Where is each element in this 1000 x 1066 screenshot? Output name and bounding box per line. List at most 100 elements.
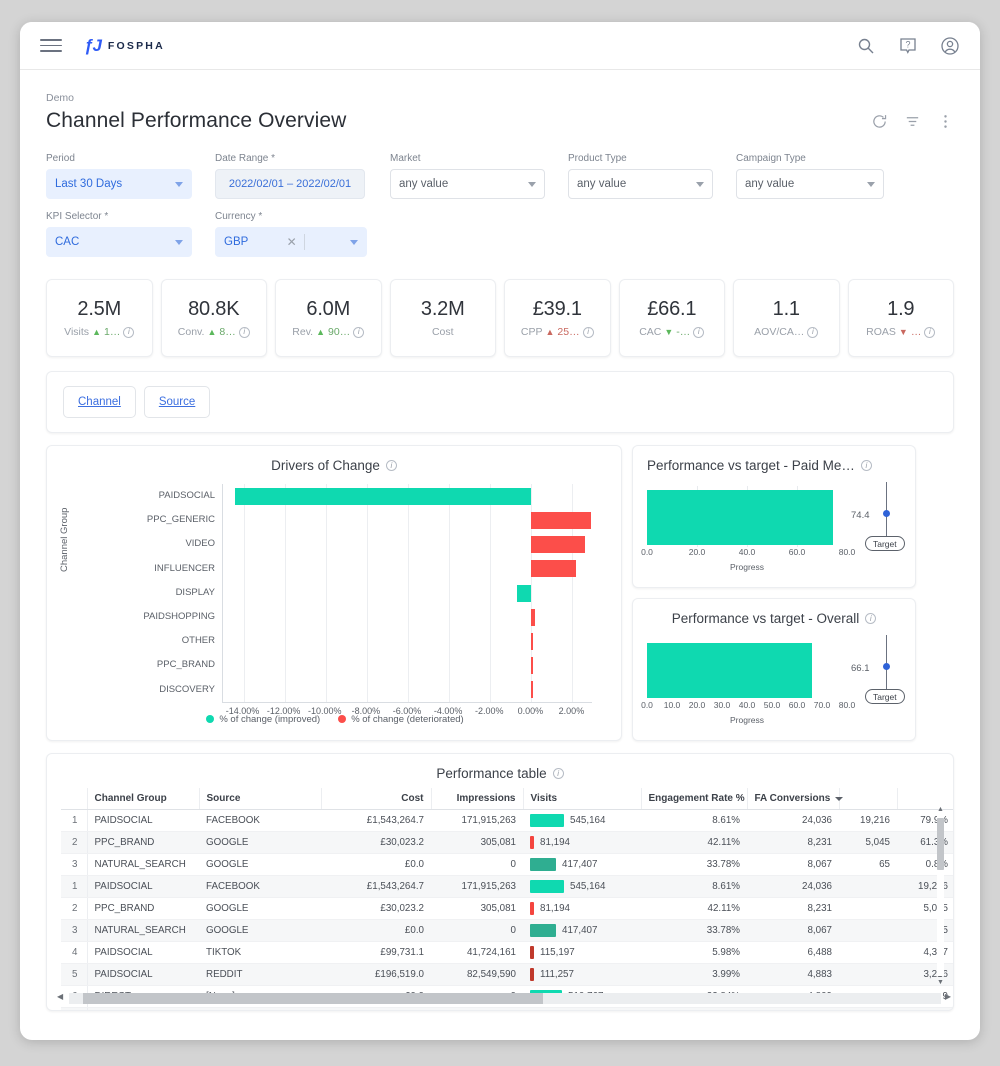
table-row[interactable]: 1 PAIDSOCIAL FACEBOOK £1,543,264.7 171,915,2… [61,809,953,832]
cell-channel-group: PAIDSOCIAL [87,941,199,964]
cell-fa-conversions: 8,231 [747,831,839,854]
scroll-up-icon[interactable]: ▲ [936,806,945,813]
filter-date-range: Date Range * 2022/02/01 – 2022/02/01 [215,153,367,199]
table-vertical-scrollbar[interactable]: ▲ ▼ [936,806,945,986]
kpi-card-cac[interactable]: £66.1 CAC ▼ -… i [618,279,725,357]
kpi-card-revenue[interactable]: 6.0M Rev. ▲ 90… i [275,279,382,357]
gridline [284,484,286,702]
cell-visits: 545,164 [523,809,641,832]
info-icon[interactable]: i [353,326,365,338]
table-row[interactable]: 7PPC_GENERICGOOGLE£736,737.99,737,917274… [61,1007,953,1010]
cell-col8 [839,1007,897,1010]
table-row[interactable]: 5 PAIDSOCIAL REDDIT £196,519.0 82,549,590 111… [61,963,953,986]
trend-down-icon: ▼ [664,327,674,337]
scrollbar-thumb[interactable] [937,818,944,870]
filter-market-select[interactable]: any value [390,169,545,199]
bar[interactable] [516,584,532,602]
table-horizontal-scrollbar[interactable]: ◀ ▶ [57,992,951,1004]
info-icon[interactable]: i [807,326,819,338]
table-row[interactable]: 2 PPC_BRAND GOOGLE £30,023.2 305,081 81,194 42… [61,831,953,854]
info-icon[interactable]: i [924,326,936,338]
menu-icon[interactable] [40,35,62,56]
table-row[interactable]: 3 NATURAL_SEARCH GOOGLE £0.0 0 417,407 33.78% 8… [61,919,953,942]
th-fa-conversions[interactable]: FA Conversions [747,788,844,810]
info-icon[interactable]: i [552,768,564,779]
scroll-right-icon[interactable]: ▶ [945,992,951,1001]
search-icon[interactable] [856,36,876,56]
pvt-paid-plot [647,486,847,547]
visits-value: 111,257 [540,969,574,980]
info-icon[interactable]: i [238,326,250,338]
cell-visits: 115,197 [523,941,641,964]
info-icon[interactable]: i [865,613,877,624]
filter-product-type-select[interactable]: any value [568,169,713,199]
filter-date-range-input[interactable]: 2022/02/01 – 2022/02/01 [215,169,365,199]
info-icon[interactable]: i [860,460,872,471]
th-impressions[interactable]: Impressions [431,788,524,810]
kpi-card-roas[interactable]: 1.9 ROAS ▼ … i [847,279,954,357]
table-row[interactable]: 1 PAIDSOCIAL FACEBOOK £1,543,264.7 171,915,2… [61,875,953,898]
filter-currency-select[interactable]: GBP ✕ [215,227,367,257]
info-icon[interactable]: i [123,326,135,338]
cell-visits: 274,578 [523,1007,641,1010]
th-engagement-rate[interactable]: Engagement Rate % [641,788,748,810]
kpi-card-cpp[interactable]: £39.1 CPP ▲ 25… i [504,279,611,357]
th-col9[interactable] [897,788,953,810]
cell-channel-group: PPC_GENERIC [87,1007,199,1010]
clear-icon[interactable]: ✕ [287,235,304,249]
bar[interactable] [235,487,532,505]
table-row[interactable]: 4 PAIDSOCIAL TIKTOK £99,731.1 41,724,161 115,… [61,941,953,964]
th-channel-group[interactable]: Channel Group [87,788,200,810]
cell-engagement-rate: 8.61% [641,809,747,832]
cell-cost: £736,737.9 [321,1007,431,1010]
bar[interactable] [531,681,533,699]
filter-kpi-selector-select[interactable]: CAC [46,227,192,257]
filter-campaign-type-select[interactable]: any value [736,169,884,199]
bar[interactable] [531,608,535,626]
kpi-card-cost[interactable]: 3.2M Cost [389,279,496,357]
bar[interactable] [531,657,533,675]
tab-channel[interactable]: Channel [63,386,136,418]
kpi-card-conversions[interactable]: 80.8K Conv. ▲ 8… i [160,279,267,357]
filter-market: Market any value [390,153,545,199]
help-icon[interactable]: ? [898,36,918,56]
th-source[interactable]: Source [199,788,322,810]
th-visits[interactable]: Visits [523,788,642,810]
brand-logo[interactable]: ƒJ FOSPHA [84,36,165,56]
cell-engagement-rate: 42.11% [641,897,747,920]
kpi-value: £39.1 [532,298,582,320]
bar[interactable] [531,632,533,650]
scrollbar-thumb[interactable] [83,993,543,1004]
refresh-icon[interactable] [871,113,888,130]
table-row[interactable]: 3 NATURAL_SEARCH GOOGLE £0.0 0 417,407 33.78% 8… [61,853,953,876]
filter-period-select[interactable]: Last 30 Days [46,169,192,199]
kpi-value: 6.0M [306,298,351,320]
kpi-value: £66.1 [647,298,697,320]
filter-kpi-selector: KPI Selector * CAC [46,211,192,257]
th-cost[interactable]: Cost [321,788,432,810]
scroll-left-icon[interactable]: ◀ [57,992,63,1001]
filter-icon[interactable] [904,113,921,130]
pvt-paid-x-ticks: 0.0 20.0 40.0 60.0 80.0 [641,547,855,559]
visits-value: 417,407 [562,859,598,870]
page-title: Channel Performance Overview [46,109,347,132]
performance-table-card: Performance table i Channel Group Source… [46,753,954,1011]
info-icon[interactable]: i [693,326,705,338]
info-icon[interactable]: i [582,326,594,338]
th-col8[interactable] [839,788,898,810]
account-icon[interactable] [940,36,960,56]
bar[interactable] [531,511,591,529]
table-row[interactable]: 2 PPC_BRAND GOOGLE £30,023.2 305,081 81,194 42… [61,897,953,920]
kpi-card-visits[interactable]: 2.5M Visits ▲ 1… i [46,279,153,357]
visits-value: 545,164 [570,881,606,892]
tab-source[interactable]: Source [143,386,211,418]
cell-source: GOOGLE [199,919,321,942]
performance-table-scroll-area[interactable]: Channel Group Source Cost Impressions Vi… [61,788,953,1010]
scroll-down-icon[interactable]: ▼ [936,979,945,986]
kpi-card-aov-cac[interactable]: 1.1 AOV/CA… i [733,279,840,357]
cell-engagement-rate: 8.61% [641,875,747,898]
info-icon[interactable]: i [385,460,397,471]
bar[interactable] [531,560,576,578]
more-icon[interactable] [937,113,954,130]
bar[interactable] [531,536,586,554]
